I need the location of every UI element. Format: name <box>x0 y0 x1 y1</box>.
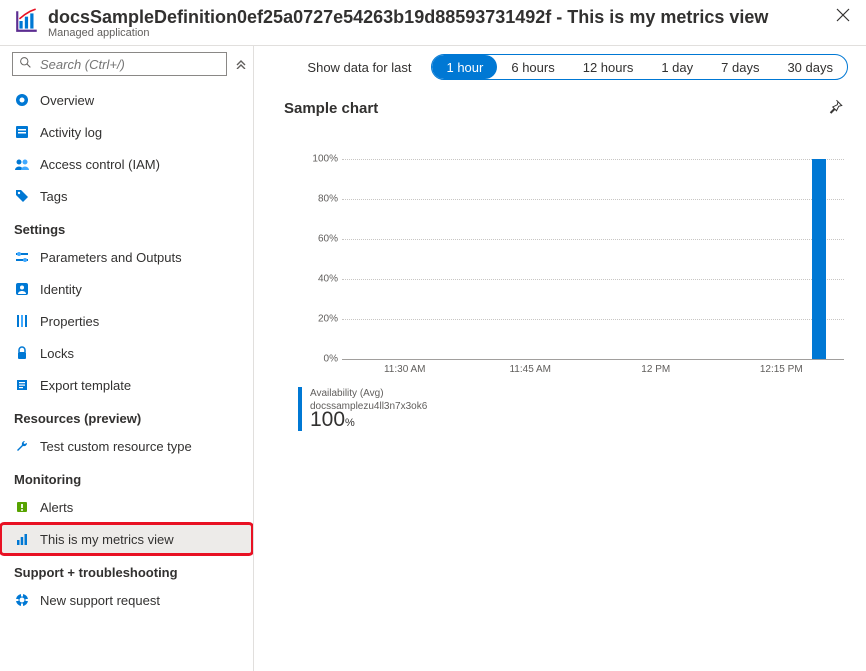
time-pill-12-hours[interactable]: 12 hours <box>569 55 648 79</box>
legend-series-name: Availability (Avg) <box>310 387 427 400</box>
metrics-icon <box>14 8 40 37</box>
sidebar-item-label: Overview <box>40 93 94 108</box>
export-icon <box>14 377 30 393</box>
x-tick-label: 11:30 AM <box>342 364 468 375</box>
chart-legend: Availability (Avg) docssamplezu4ll3n7x3o… <box>298 387 844 431</box>
sidebar-item-label: New support request <box>40 593 160 608</box>
sidebar-item-label: Parameters and Outputs <box>40 250 182 265</box>
locks-icon <box>14 345 30 361</box>
page-subtitle: Managed application <box>48 27 832 39</box>
y-tick-label: 20% <box>298 314 338 325</box>
alerts-icon <box>14 499 30 515</box>
time-pill-1-day[interactable]: 1 day <box>647 55 707 79</box>
sidebar-item-label: Identity <box>40 282 82 297</box>
search-input-wrapper[interactable] <box>12 52 227 76</box>
gridline <box>342 159 844 160</box>
time-pill-7-days[interactable]: 7 days <box>707 55 773 79</box>
gridline <box>342 279 844 280</box>
main-content: Show data for last 1 hour6 hours12 hours… <box>254 46 866 671</box>
section-resources: Resources (preview) <box>0 401 253 430</box>
y-tick-label: 60% <box>298 234 338 245</box>
sidebar-item-properties[interactable]: Properties <box>0 305 253 337</box>
sidebar-item-tags[interactable]: Tags <box>0 180 253 212</box>
gridline <box>342 319 844 320</box>
sidebar-item-label: Test custom resource type <box>40 439 192 454</box>
page-title: docsSampleDefinition0ef25a0727e54263b19d… <box>48 6 832 28</box>
overview-icon <box>14 92 30 108</box>
time-filter-label: Show data for last <box>307 60 411 75</box>
collapse-sidebar-button[interactable] <box>233 55 249 74</box>
gridline <box>342 359 844 360</box>
log-icon <box>14 124 30 140</box>
search-input[interactable] <box>38 56 220 73</box>
legend-unit: % <box>345 417 355 429</box>
sidebar-item-label: Activity log <box>40 125 102 140</box>
section-monitoring: Monitoring <box>0 462 253 491</box>
y-tick-label: 0% <box>298 354 338 365</box>
sidebar-item-test-custom-resource-type[interactable]: Test custom resource type <box>0 430 253 462</box>
sidebar-item-new-support-request[interactable]: New support request <box>0 584 253 616</box>
tags-icon <box>14 188 30 204</box>
pin-button[interactable] <box>826 98 844 119</box>
sidebar-item-label: Export template <box>40 378 131 393</box>
metrics-icon <box>14 531 30 547</box>
sidebar-item-alerts[interactable]: Alerts <box>0 491 253 523</box>
x-axis-labels: 11:30 AM11:45 AM12 PM12:15 PM <box>342 364 844 375</box>
sidebar-item-label: Access control (IAM) <box>40 157 160 172</box>
time-filter-pills: 1 hour6 hours12 hours1 day7 days30 days <box>431 54 848 80</box>
chart-title: Sample chart <box>284 100 378 117</box>
properties-icon <box>14 313 30 329</box>
section-settings: Settings <box>0 212 253 241</box>
params-icon <box>14 249 30 265</box>
iam-icon <box>14 156 30 172</box>
x-tick-label: 12 PM <box>593 364 719 375</box>
sidebar-item-locks[interactable]: Locks <box>0 337 253 369</box>
blade-header: docsSampleDefinition0ef25a0727e54263b19d… <box>0 0 866 46</box>
chart-plot-area: 0%20%40%60%80%100%11:30 AM11:45 AM12 PM1… <box>298 159 844 359</box>
close-button[interactable] <box>832 6 854 29</box>
sidebar-item-label: This is my metrics view <box>40 532 174 547</box>
section-support: Support + troubleshooting <box>0 555 253 584</box>
sidebar-item-export-template[interactable]: Export template <box>0 369 253 401</box>
sidebar: Overview Activity log Access control (IAM)… <box>0 46 254 671</box>
sidebar-item-label: Locks <box>40 346 74 361</box>
search-icon <box>19 56 32 72</box>
time-filter-row: Show data for last 1 hour6 hours12 hours… <box>254 46 866 88</box>
sidebar-item-activity-log[interactable]: Activity log <box>0 116 253 148</box>
time-pill-1-hour[interactable]: 1 hour <box>432 55 497 79</box>
sidebar-item-label: Alerts <box>40 500 73 515</box>
x-tick-label: 12:15 PM <box>719 364 845 375</box>
sidebar-item-label: Properties <box>40 314 99 329</box>
gridline <box>342 239 844 240</box>
gridline <box>342 199 844 200</box>
legend-color-swatch <box>298 387 302 431</box>
time-pill-30-days[interactable]: 30 days <box>773 55 847 79</box>
wrench-icon <box>14 438 30 454</box>
sidebar-item-parameters-and-outputs[interactable]: Parameters and Outputs <box>0 241 253 273</box>
sidebar-item-overview[interactable]: Overview <box>0 84 253 116</box>
support-icon <box>14 592 30 608</box>
sidebar-item-identity[interactable]: Identity <box>0 273 253 305</box>
chart-bar <box>812 159 826 359</box>
sidebar-item-this-is-my-metrics-view[interactable]: This is my metrics view <box>0 523 253 555</box>
legend-value: 100 <box>310 408 345 431</box>
y-tick-label: 100% <box>298 154 338 165</box>
y-tick-label: 80% <box>298 194 338 205</box>
sidebar-item-label: Tags <box>40 189 67 204</box>
y-tick-label: 40% <box>298 274 338 285</box>
identity-icon <box>14 281 30 297</box>
x-tick-label: 11:45 AM <box>468 364 594 375</box>
sidebar-item-access-control-iam[interactable]: Access control (IAM) <box>0 148 253 180</box>
time-pill-6-hours[interactable]: 6 hours <box>497 55 568 79</box>
